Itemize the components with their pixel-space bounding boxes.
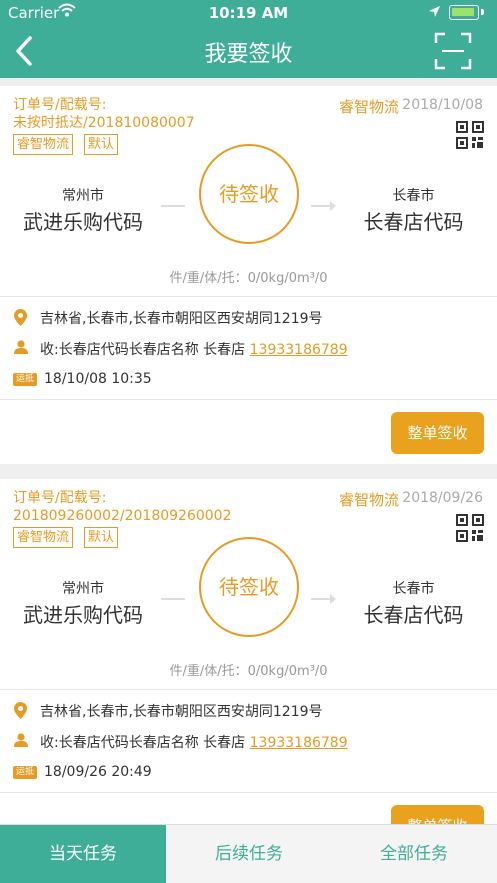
- order-date: 2018/10/08: [402, 97, 483, 113]
- delivery-address: 吉林省,长春市,长春市朝阳区西安胡同1219号: [40, 311, 323, 327]
- order-number-value: 201809260002/201809260002: [13, 508, 232, 524]
- divider: [0, 399, 497, 400]
- battery-tip: [481, 9, 484, 15]
- arrival-time: 18/10/08 10:35: [44, 371, 152, 387]
- tab-all-tasks[interactable]: 全部任务: [331, 825, 497, 883]
- scan-frame-icon[interactable]: [434, 32, 472, 70]
- receiver-info: 收:长春店代码长春店名称 长春店 13933186789: [40, 732, 348, 752]
- page-title: 我要签收: [204, 42, 293, 67]
- order-number-label: 订单号/配载号:: [13, 97, 107, 113]
- sign-all-button[interactable]: 整单签收: [391, 412, 484, 454]
- clock: 10:19 AM: [208, 4, 289, 22]
- cargo-summary: 件/重/体/托：0/0kg/0m³/0: [169, 664, 328, 679]
- qr-code-icon[interactable]: [456, 514, 484, 542]
- bottom-tab-bar: 当天任务 后续任务 全部任务: [0, 824, 497, 883]
- destination-name: 长春店代码: [363, 603, 464, 627]
- status-circle: 待签收: [199, 144, 299, 244]
- receiver-phone-link[interactable]: 13933186789: [250, 342, 348, 358]
- location-pin-icon: [14, 309, 27, 326]
- destination-city: 长春市: [392, 188, 435, 204]
- status-bar: Carrier 10:19 AM: [0, 0, 497, 26]
- order-number-label: 订单号/配载号:: [13, 490, 107, 506]
- divider: [0, 689, 497, 690]
- origin-name: 武进乐购代码: [23, 603, 143, 627]
- qr-code-icon[interactable]: [456, 121, 484, 149]
- carrier-tag: 睿智物流: [13, 527, 74, 548]
- route-line-left: [161, 205, 185, 207]
- receiver-name: 收:长春店代码长春店名称 长春店: [40, 735, 246, 751]
- delivery-address: 吉林省,长春市,长春市朝阳区西安胡同1219号: [40, 704, 323, 720]
- default-tag: 默认: [84, 134, 119, 155]
- receiver-name: 收:长春店代码长春店名称 长春店: [40, 342, 246, 358]
- order-card[interactable]: 订单号/配载号: 未按时抵达/201810080007 睿智物流 默认 睿智物流…: [0, 86, 497, 464]
- destination-name: 长春店代码: [363, 210, 464, 234]
- waybill-status-tag: 运抵: [13, 766, 37, 779]
- receiver-phone-link[interactable]: 13933186789: [250, 735, 348, 751]
- carrier-name: 睿智物流: [338, 98, 399, 116]
- route-line-left: [161, 598, 185, 600]
- status-circle: 待签收: [199, 537, 299, 637]
- waybill-status-tag: 运抵: [13, 373, 37, 386]
- carrier-tag: 睿智物流: [13, 134, 74, 155]
- tab-upcoming-tasks[interactable]: 后续任务: [166, 825, 332, 883]
- receiver-info: 收:长春店代码长春店名称 长春店 13933186789: [40, 339, 348, 359]
- person-icon: [14, 340, 28, 354]
- location-pin-icon: [14, 702, 27, 719]
- divider: [0, 296, 497, 297]
- order-card[interactable]: 订单号/配载号: 201809260002/201809260002 睿智物流 …: [0, 479, 497, 824]
- tab-today-tasks[interactable]: 当天任务: [0, 825, 166, 883]
- default-tag: 默认: [84, 527, 119, 548]
- arrival-time: 18/09/26 20:49: [44, 764, 152, 780]
- order-date: 2018/09/26: [402, 490, 483, 506]
- location-arrow-icon: [429, 6, 440, 17]
- divider: [0, 792, 497, 793]
- origin-city: 常州市: [62, 581, 104, 597]
- origin-name: 武进乐购代码: [23, 210, 143, 234]
- person-icon: [14, 733, 28, 747]
- nav-header: Carrier 10:19 AM 我要签收: [0, 0, 497, 78]
- battery-icon: [449, 5, 479, 20]
- order-number-value: 未按时抵达/201810080007: [13, 115, 195, 131]
- destination-city: 长春市: [392, 581, 435, 597]
- carrier-name: 睿智物流: [338, 491, 399, 509]
- origin-city: 常州市: [62, 188, 104, 204]
- cargo-summary: 件/重/体/托：0/0kg/0m³/0: [169, 271, 328, 286]
- sign-all-button[interactable]: 整单签收: [391, 805, 484, 824]
